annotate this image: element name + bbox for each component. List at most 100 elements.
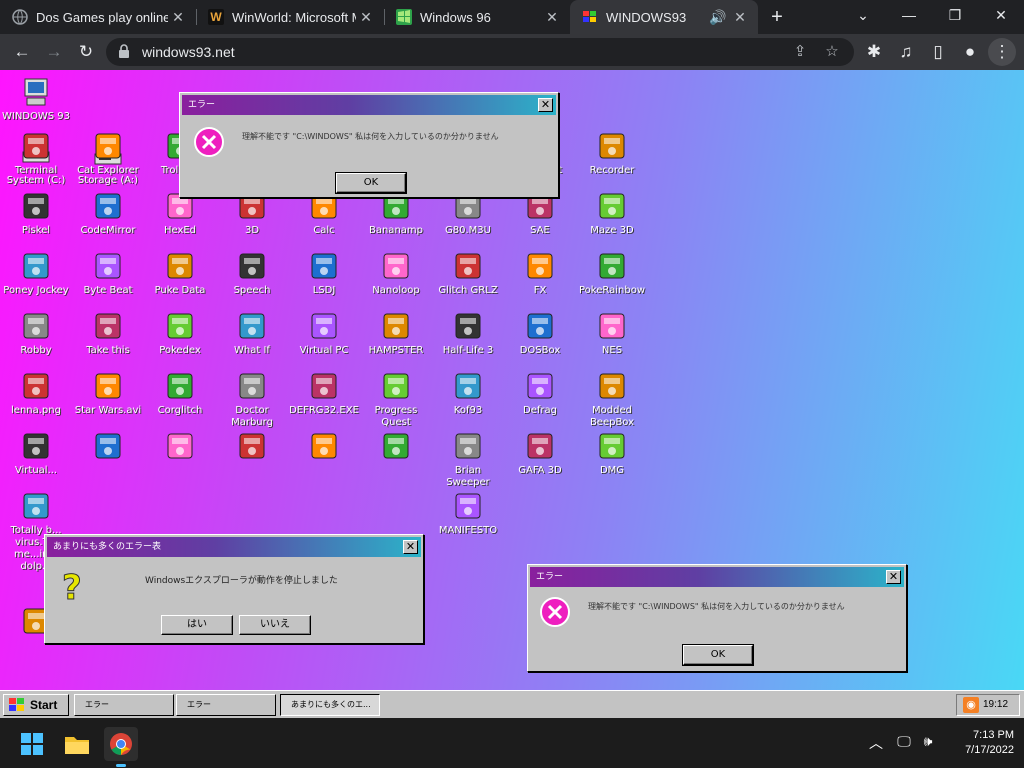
tab-dos-games[interactable]: Dos Games play online ✕ <box>0 0 196 34</box>
side-panel-icon[interactable]: ▯ <box>924 38 952 66</box>
desktop-icon[interactable] <box>360 430 432 465</box>
ok-button[interactable]: OK <box>335 172 407 194</box>
desktop-icon[interactable]: DOSBox <box>504 310 576 357</box>
dialog-titlebar[interactable]: エラー ✕ <box>530 567 904 587</box>
icon-label: Recorder <box>589 165 635 176</box>
clock-time: 7:13 PM <box>973 729 1014 741</box>
desktop-icon[interactable]: Robby <box>0 310 72 357</box>
desktop-icon[interactable]: Brian Sweeper <box>432 430 504 489</box>
desktop-icon[interactable]: Cat Explorer <box>72 130 144 177</box>
bookmark-star-icon[interactable]: ☆ <box>822 42 842 62</box>
desktop-icon[interactable]: What If <box>216 310 288 357</box>
desktop-icon[interactable]: FX <box>504 250 576 297</box>
desktop-icon[interactable]: NES <box>576 310 648 357</box>
system-clock[interactable]: 7:13 PM 7/17/2022 <box>965 728 1014 758</box>
chrome-taskbar-icon[interactable] <box>104 727 138 767</box>
reload-button[interactable]: ↻ <box>72 38 100 66</box>
tab-windows93[interactable]: WINDOWS93 🔊 ✕ <box>570 0 758 34</box>
desktop-icon[interactable]: Piskel <box>0 190 72 237</box>
icon-label: Half-Life 3 <box>442 345 494 356</box>
close-window-button[interactable]: ✕ <box>978 0 1024 30</box>
extensions-icon[interactable]: ✱ <box>860 38 888 66</box>
desktop-icon[interactable]: Puke Data <box>144 250 216 297</box>
tab-windows96[interactable]: Windows 96 ✕ <box>384 0 570 34</box>
desktop-icon[interactable] <box>288 430 360 465</box>
desktop-icon[interactable]: PokeRainbow <box>576 250 648 297</box>
desktop-icon[interactable]: DEFRG32.EXE <box>288 370 360 417</box>
desktop-icon[interactable] <box>72 430 144 465</box>
desktop-icon[interactable]: HAMPSTER <box>360 310 432 357</box>
dialog-titlebar[interactable]: あまりにも多くのエラー表 ✕ <box>47 537 421 557</box>
desktop-icon[interactable]: Poney Jockey <box>0 250 72 297</box>
desktop-icon[interactable]: Corglitch <box>144 370 216 417</box>
desktop-icon[interactable]: LSDJ <box>288 250 360 297</box>
new-tab-button[interactable]: + <box>764 4 790 30</box>
tab-close-icon[interactable]: ✕ <box>542 9 562 26</box>
dialog-close-button[interactable]: ✕ <box>538 98 553 112</box>
desktop-icon[interactable]: Virtual... <box>0 430 72 477</box>
desktop-icon[interactable] <box>216 430 288 465</box>
menu-icon[interactable]: ⋮ <box>988 38 1016 66</box>
desktop-icon[interactable]: Star Wars.avi <box>72 370 144 417</box>
fighter-icon <box>452 370 484 402</box>
task-button[interactable]: エラー <box>176 694 276 716</box>
dialog-close-button[interactable]: ✕ <box>403 540 418 554</box>
desktop-icon[interactable]: Speech <box>216 250 288 297</box>
tab-close-icon[interactable]: ✕ <box>168 9 188 26</box>
media-control-icon[interactable]: ♫ <box>892 38 920 66</box>
desktop-icon[interactable]: Glitch GRLZ <box>432 250 504 297</box>
restore-button[interactable]: ❐ <box>932 0 978 30</box>
dialog-titlebar[interactable]: エラー ✕ <box>182 95 556 115</box>
desktop-icon[interactable]: Terminal <box>0 130 72 177</box>
system-tray: ◉ 19:12 <box>956 694 1020 716</box>
windows-start-icon[interactable] <box>15 727 49 761</box>
desktop-icon[interactable]: Modded BeepBox <box>576 370 648 429</box>
desktop-icon[interactable]: Doctor Marburg <box>216 370 288 429</box>
tab-winworld[interactable]: W WinWorld: Microsoft M ✕ <box>196 0 384 34</box>
speaker-icon[interactable]: 🔊 <box>708 9 728 26</box>
desktop-icon-windows93[interactable]: WINDOWS 93 <box>0 76 72 123</box>
desktop-icon[interactable]: Half-Life 3 <box>432 310 504 357</box>
task-button[interactable]: あまりにも多くのエ... <box>280 694 380 716</box>
desktop-icon[interactable]: Recorder <box>576 130 648 177</box>
desktop-icon[interactable]: Pokedex <box>144 310 216 357</box>
rss-icon[interactable]: ◉ <box>963 697 979 713</box>
forward-button[interactable]: → <box>40 38 68 66</box>
tab-search-icon[interactable]: ⌄ <box>840 0 886 30</box>
lips-icon <box>452 250 484 282</box>
ok-button[interactable]: OK <box>682 644 754 666</box>
desktop-icon[interactable]: Take this <box>72 310 144 357</box>
desktop-icon[interactable]: Progress Quest <box>360 370 432 429</box>
desktop-icon[interactable]: MANIFESTO <box>432 490 504 537</box>
dialog-close-button[interactable]: ✕ <box>886 570 901 584</box>
chevron-up-icon[interactable]: ︿ <box>866 733 886 753</box>
desktop-icon[interactable]: CodeMirror <box>72 190 144 237</box>
desktop-icon[interactable]: DMG <box>576 430 648 477</box>
desktop-icon[interactable]: Nanoloop <box>360 250 432 297</box>
tab-title: WinWorld: Microsoft M <box>232 9 356 25</box>
desktop-icon[interactable]: GAFA 3D <box>504 430 576 477</box>
desktop-icon[interactable]: Maze 3D <box>576 190 648 237</box>
desktop-icon[interactable] <box>144 430 216 465</box>
desktop-icon[interactable]: Byte Beat <box>72 250 144 297</box>
file-explorer-icon[interactable] <box>60 727 94 761</box>
desktop-icon[interactable]: Kof93 <box>432 370 504 417</box>
task-button[interactable]: エラー <box>74 694 174 716</box>
back-button[interactable]: ← <box>8 38 36 66</box>
desktop-icon[interactable]: Virtual PC <box>288 310 360 357</box>
volume-icon[interactable]: 🕪 <box>918 733 938 750</box>
minimize-button[interactable]: — <box>886 0 932 30</box>
tab-close-icon[interactable]: ✕ <box>730 9 750 26</box>
no-button[interactable]: いいえ <box>239 615 311 635</box>
network-icon[interactable]: 🖵 <box>894 733 914 750</box>
tab-close-icon[interactable]: ✕ <box>356 9 376 26</box>
icon-label: 3D <box>244 225 260 236</box>
address-bar[interactable]: windows93.net ⇪ ☆ <box>106 38 854 66</box>
desktop-icon[interactable]: lenna.png <box>0 370 72 417</box>
yes-button[interactable]: はい <box>161 615 233 635</box>
profile-icon[interactable]: ● <box>956 38 984 66</box>
start-button[interactable]: Start <box>3 694 69 716</box>
share-icon[interactable]: ⇪ <box>790 42 810 62</box>
icon-label: Speech <box>233 285 271 296</box>
desktop-icon[interactable]: Defrag <box>504 370 576 417</box>
